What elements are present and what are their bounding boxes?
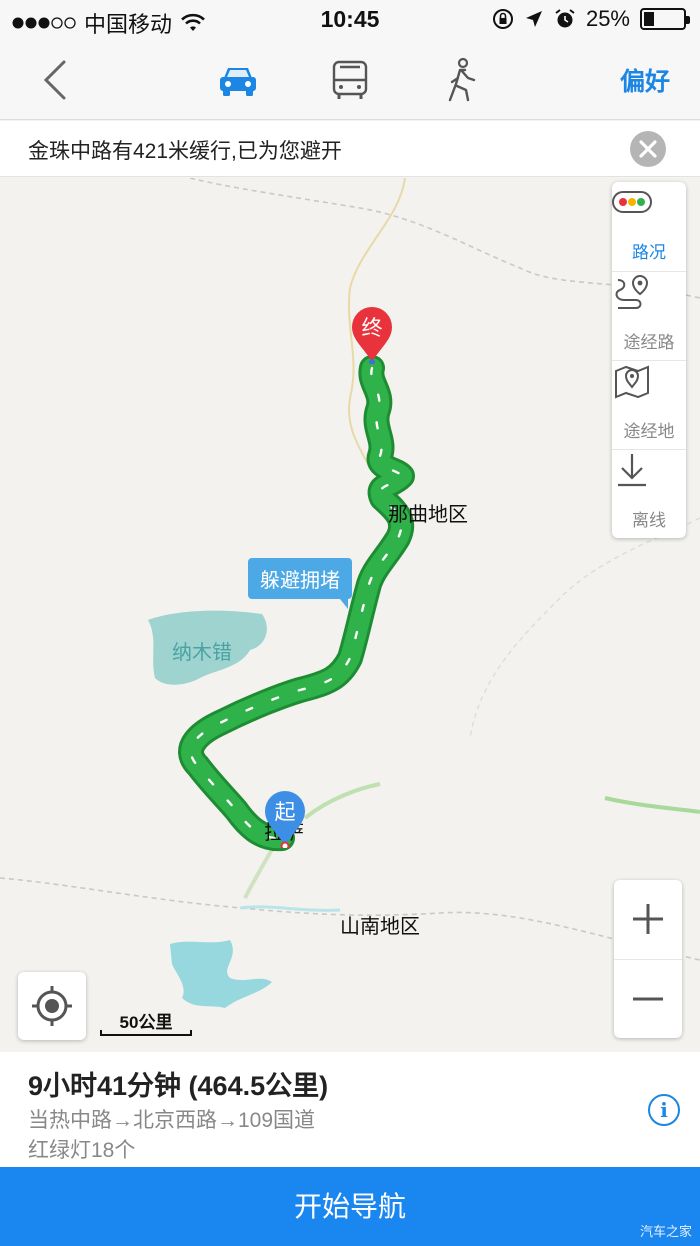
waypoint-place-icon — [615, 365, 649, 399]
back-button[interactable] — [36, 56, 76, 104]
waypoint-route-icon — [615, 274, 649, 309]
walk-icon — [448, 57, 476, 102]
locate-icon — [32, 986, 72, 1026]
nav-bar: 偏好 — [0, 40, 700, 120]
route-traffic-lights: 红绿灯18个 — [28, 1139, 136, 1162]
route-summary[interactable]: 9小时41分钟 (464.5公里) 当热中路→北京西路→109国道 红绿灯18个… — [0, 1052, 700, 1167]
route-roads: 当热中路→北京西路→109国道 — [28, 1109, 316, 1132]
status-right: 25% — [492, 6, 690, 32]
plus-icon — [633, 904, 663, 934]
watermark: 汽车之家 — [639, 1224, 692, 1239]
preference-button[interactable]: 偏好 — [620, 62, 670, 98]
map-label-naqu: 那曲地区 — [388, 504, 468, 526]
end-pin-label: 终 — [361, 317, 383, 340]
battery-level — [644, 12, 654, 26]
minus-icon — [633, 997, 663, 1001]
map-label-lake: 纳木错 — [172, 642, 232, 664]
battery-icon — [640, 8, 690, 30]
scale-bar — [100, 1030, 192, 1036]
tool-traffic-label: 路况 — [632, 243, 666, 262]
route-line — [181, 358, 412, 849]
lake-south — [170, 940, 272, 1008]
map-view[interactable]: 那曲地区 山南地区 拉萨 纳木错 躲避拥堵 终 起 路况 — [0, 178, 700, 1052]
map-scale: 50公里 — [98, 1008, 194, 1038]
car-icon — [220, 68, 256, 96]
start-navigation-button[interactable]: 开始导航 — [0, 1167, 700, 1246]
close-icon — [639, 140, 657, 158]
zoom-out-button[interactable] — [614, 959, 682, 1037]
tool-waypoint-place-label: 途经地 — [623, 422, 675, 441]
notice-text: 金珠中路有421米缓行,已为您避开 — [28, 140, 342, 163]
avoid-congestion-callout[interactable]: 躲避拥堵 — [248, 558, 352, 609]
tool-waypoint-route-label: 途经路 — [623, 333, 675, 352]
zoom-control — [614, 880, 682, 1038]
battery-percent: 25% — [585, 6, 630, 31]
minor-road — [604, 796, 700, 814]
region-border — [469, 517, 700, 739]
bus-icon — [332, 60, 368, 99]
tool-waypoint-place[interactable]: 途经地 — [612, 360, 686, 449]
zoom-in-button[interactable] — [614, 880, 682, 958]
rotation-lock-icon — [492, 9, 513, 29]
traffic-notice: 金珠中路有421米缓行,已为您避开 — [0, 121, 700, 177]
locate-button[interactable] — [18, 972, 86, 1040]
notice-close-button[interactable] — [630, 131, 666, 167]
info-button[interactable]: i — [648, 1094, 680, 1126]
mode-walk-button[interactable] — [438, 56, 486, 104]
start-pin-label: 起 — [274, 801, 296, 824]
tool-offline-label: 离线 — [632, 511, 666, 530]
map-tools-panel: 路况 途经路 途经地 离线 — [612, 182, 686, 538]
map-label-shannan: 山南地区 — [340, 916, 420, 938]
chevron-left-icon — [43, 60, 66, 100]
download-icon — [618, 454, 646, 487]
status-bar: 中国移动 10:45 25% — [0, 0, 700, 40]
location-arrow-icon — [525, 11, 542, 27]
alarm-icon — [555, 9, 575, 28]
end-pin[interactable]: 终 — [350, 306, 394, 364]
start-pin[interactable]: 起 — [263, 790, 307, 848]
minor-road — [303, 782, 381, 820]
traffic-light-icon — [612, 191, 652, 213]
tool-waypoint-route[interactable]: 途经路 — [612, 271, 686, 360]
tool-offline[interactable]: 离线 — [612, 449, 686, 538]
info-icon: i — [660, 1098, 668, 1122]
tool-traffic[interactable]: 路况 — [612, 182, 686, 271]
route-duration-distance: 9小时41分钟 (464.5公里) — [28, 1071, 329, 1101]
mode-car-button[interactable] — [214, 56, 262, 104]
mode-bus-button[interactable] — [326, 56, 374, 104]
